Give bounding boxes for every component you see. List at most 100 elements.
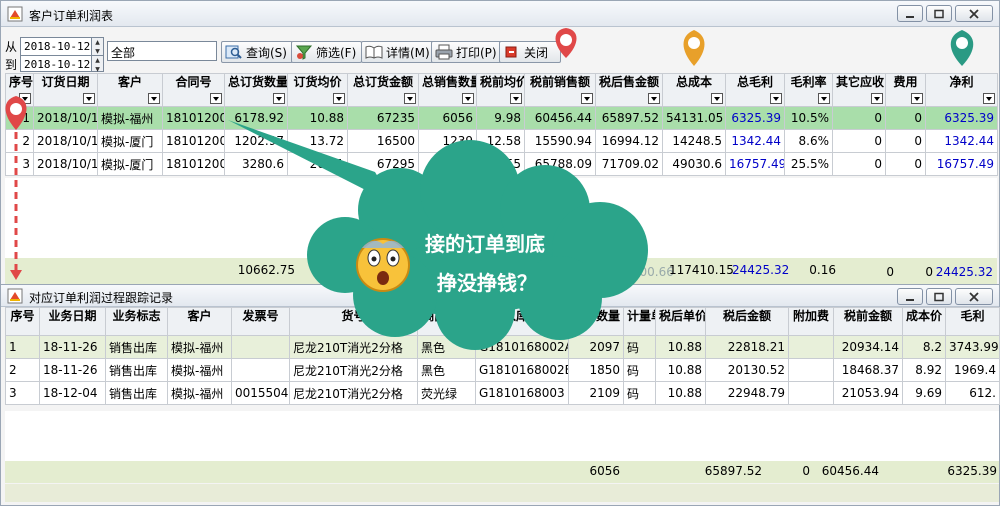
main-col-header[interactable]: 税前均价 xyxy=(476,73,525,107)
detail-maximize-button[interactable] xyxy=(926,288,952,305)
filter-dropdown-icon[interactable] xyxy=(581,93,593,104)
detail-cell: 8.2 xyxy=(902,335,946,359)
detail-col-header[interactable]: 附加费 xyxy=(788,307,834,336)
detail-minimize-button[interactable] xyxy=(897,288,923,305)
filter-dropdown-icon[interactable] xyxy=(273,93,285,104)
filter-dropdown-icon[interactable] xyxy=(711,93,723,104)
filter-dropdown-icon[interactable] xyxy=(770,93,782,104)
detail-col-header[interactable]: 客户 xyxy=(167,307,232,336)
table-cell: 49030.6 xyxy=(662,152,726,176)
detail-cell: 荧光绿 xyxy=(417,381,476,405)
detail-col-header[interactable]: 商品颜色 xyxy=(417,307,476,336)
detail-col-header[interactable]: 序号 xyxy=(5,307,40,336)
table-cell: 2 xyxy=(5,129,34,153)
table-cell: 15590.94 xyxy=(524,129,596,153)
detail-col-header[interactable]: 发票号 xyxy=(231,307,290,336)
main-col-header[interactable]: 客户 xyxy=(97,73,163,107)
main-col-header[interactable]: 税后售金额 xyxy=(595,73,663,107)
main-col-header-label: 总订货金额 xyxy=(352,75,413,89)
filter-dropdown-icon[interactable] xyxy=(510,93,522,104)
main-col-header[interactable]: 订货日期 xyxy=(33,73,98,107)
close-button[interactable]: 关闭 xyxy=(499,41,561,63)
detail-col-header[interactable]: 货号 xyxy=(289,307,418,336)
main-col-header[interactable]: 合同号 xyxy=(162,73,225,107)
filter-dropdown-icon[interactable] xyxy=(333,93,345,104)
detail-col-header-label: 成本价 xyxy=(906,309,943,323)
date-to-input[interactable]: 2018-10-12 xyxy=(20,55,92,72)
filter-dropdown-icon[interactable] xyxy=(983,93,995,104)
detail-cell: 尼龙210T消光2分格 xyxy=(289,381,418,405)
table-cell: 3280.6 xyxy=(224,152,288,176)
filter-dropdown-icon[interactable] xyxy=(210,93,222,104)
detail-col-header[interactable]: 税前金额 xyxy=(833,307,903,336)
main-col-header-label: 订货均价 xyxy=(293,75,342,89)
detail-col-header[interactable]: 入库号 xyxy=(475,307,569,336)
detail-window: 对应订单利润过程跟踪记录 序号 业务日期 业务标志 客户 发票号 货号 商品颜色 入库号 销售数… xyxy=(0,284,1000,506)
detail-cell: 模拟-福州 xyxy=(167,381,232,405)
main-col-header[interactable]: 总订货数量 xyxy=(224,73,288,107)
book-icon xyxy=(365,45,383,59)
date-from-input[interactable]: 2018-10-12 xyxy=(20,37,92,56)
main-col-header[interactable]: 总毛利 xyxy=(725,73,785,107)
detail-cell: 18-11-26 xyxy=(39,358,106,382)
filter-dropdown-icon[interactable] xyxy=(148,93,160,104)
detail-cell: 3743.99 xyxy=(945,335,1000,359)
table-row[interactable]: 12018/10/12模拟-福州1810120016178.9210.88672… xyxy=(5,106,998,130)
detail-col-header[interactable]: 成本价 xyxy=(902,307,946,336)
cloud-text-line2: 挣没挣钱？ xyxy=(437,271,537,295)
customer-filter-input[interactable]: 全部 xyxy=(107,41,217,61)
main-col-header[interactable]: 总订货金额 xyxy=(347,73,419,107)
detail-sum-after-tax: 65897.52 xyxy=(704,464,762,478)
print-button[interactable]: 打印(P) xyxy=(431,41,503,63)
main-col-header[interactable]: 费用 xyxy=(885,73,926,107)
main-col-header[interactable]: 毛利率 xyxy=(784,73,833,107)
main-window-title: 客户订单利润表 xyxy=(29,9,114,23)
detail-window-title: 对应订单利润过程跟踪记录 xyxy=(29,291,174,305)
main-col-header[interactable]: 序号 xyxy=(5,73,34,107)
detail-close-button[interactable] xyxy=(955,288,993,305)
detail-row[interactable]: 1 18-11-26 销售出库 模拟-福州 尼龙210T消光2分格 黑色 G18101680… xyxy=(5,335,1000,359)
maximize-button[interactable] xyxy=(926,5,952,22)
main-titlebar[interactable]: 客户订单利润表 xyxy=(1,1,999,27)
detail-col-header[interactable]: 税后单价 xyxy=(655,307,706,336)
main-col-header[interactable]: 其它应收 xyxy=(832,73,886,107)
detail-col-header[interactable]: 业务标志 xyxy=(105,307,168,336)
date-to-spinner[interactable]: ▲ ▼ xyxy=(91,55,104,73)
filter-dropdown-icon[interactable] xyxy=(648,93,660,104)
table-cell: 6325.39 xyxy=(925,106,998,130)
date-from-spinner[interactable]: ▲ ▼ xyxy=(91,37,104,56)
detail-col-header[interactable]: 业务日期 xyxy=(39,307,106,336)
filter-dropdown-icon[interactable] xyxy=(19,93,31,104)
main-col-header[interactable]: 总成本 xyxy=(662,73,726,107)
detail-col-header[interactable]: 计量单位 xyxy=(623,307,656,336)
close-window-button[interactable] xyxy=(955,5,993,22)
detail-row[interactable]: 3 18-12-04 销售出库 模拟-福州 0015504 尼龙210T消光2分格 荧光绿 G… xyxy=(5,381,1000,405)
query-button[interactable]: 查询(S) xyxy=(221,41,293,63)
filter-dropdown-icon[interactable] xyxy=(911,93,923,104)
main-col-header[interactable]: 订货均价 xyxy=(287,73,348,107)
filter-dropdown-icon[interactable] xyxy=(83,93,95,104)
detail-col-header[interactable]: 毛利 xyxy=(945,307,1000,336)
main-col-header[interactable]: 净利 xyxy=(925,73,998,107)
detail-col-header[interactable]: 销售数量 xyxy=(568,307,624,336)
detail-cell: 码 xyxy=(623,381,656,405)
minimize-button[interactable] xyxy=(897,5,923,22)
main-col-header-label: 总毛利 xyxy=(736,75,773,89)
detail-col-header[interactable]: 税后金额 xyxy=(705,307,789,336)
filter-dropdown-icon[interactable] xyxy=(462,93,474,104)
table-row[interactable]: 32018/10/12模拟-厦门1810120043280.620.516729… xyxy=(5,152,998,176)
main-col-header[interactable]: 税前销售额 xyxy=(524,73,596,107)
filter-dropdown-icon[interactable] xyxy=(871,93,883,104)
table-row[interactable]: 22018/10/12模拟-厦门1810120031202.9713.72165… xyxy=(5,129,998,153)
table-cell: 1342.44 xyxy=(925,129,998,153)
filter-dropdown-icon[interactable] xyxy=(404,93,416,104)
table-cell: 14248.5 xyxy=(662,129,726,153)
filter-dropdown-icon[interactable] xyxy=(818,93,830,104)
details-button[interactable]: 详情(M) xyxy=(361,41,436,63)
table-cell: 65897.52 xyxy=(595,106,663,130)
detail-row[interactable]: 2 18-11-26 销售出库 模拟-福州 尼龙210T消光2分格 黑色 G18101680… xyxy=(5,358,1000,382)
detail-cell: G1810168002A xyxy=(475,335,569,359)
filter-button[interactable]: 筛选(F) xyxy=(291,41,363,63)
table-cell: 65788.09 xyxy=(524,152,596,176)
main-col-header[interactable]: 总销售数量 xyxy=(418,73,477,107)
